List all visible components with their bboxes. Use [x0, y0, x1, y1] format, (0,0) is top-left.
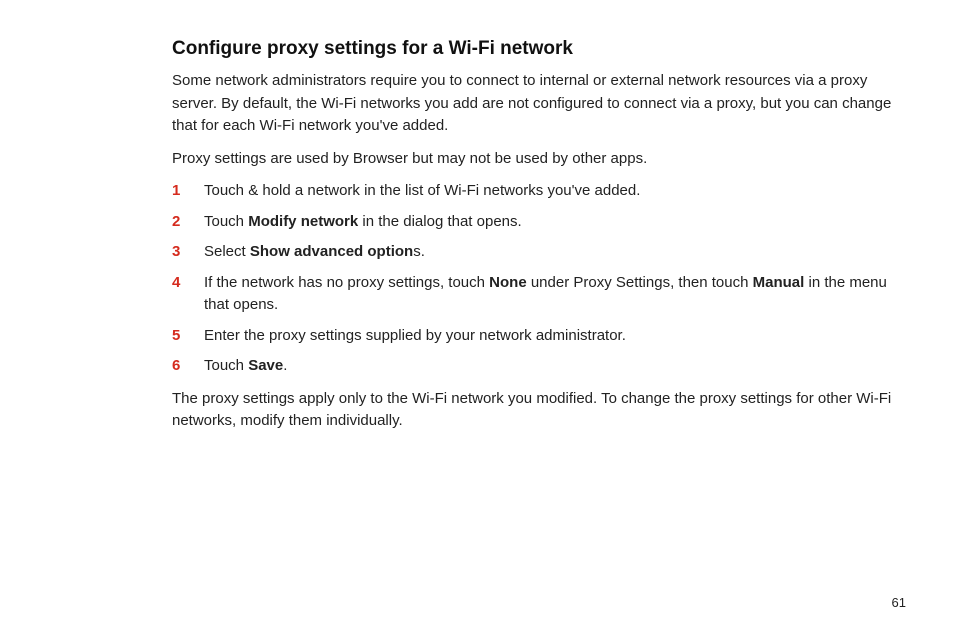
step-number: 2 — [172, 211, 204, 234]
step-item: 3 Select Show advanced options. — [172, 241, 894, 264]
step-text: Touch & hold a network in the list of Wi… — [204, 180, 894, 203]
step-text: Select Show advanced options. — [204, 241, 894, 264]
step-item: 1 Touch & hold a network in the list of … — [172, 180, 894, 203]
section-heading: Configure proxy settings for a Wi-Fi net… — [172, 38, 894, 60]
step-text: Touch Save. — [204, 355, 894, 378]
step-item: 5 Enter the proxy settings supplied by y… — [172, 325, 894, 348]
step-number: 3 — [172, 241, 204, 264]
intro-paragraph-2: Proxy settings are used by Browser but m… — [172, 148, 894, 171]
step-number: 1 — [172, 180, 204, 203]
steps-list: 1 Touch & hold a network in the list of … — [172, 180, 894, 378]
step-text: Touch Modify network in the dialog that … — [204, 211, 894, 234]
step-text: Enter the proxy settings supplied by you… — [204, 325, 894, 348]
step-text: If the network has no proxy settings, to… — [204, 272, 894, 317]
step-item: 6 Touch Save. — [172, 355, 894, 378]
step-number: 4 — [172, 272, 204, 295]
step-number: 6 — [172, 355, 204, 378]
outro-paragraph: The proxy settings apply only to the Wi-… — [172, 388, 894, 433]
step-number: 5 — [172, 325, 204, 348]
step-item: 2 Touch Modify network in the dialog tha… — [172, 211, 894, 234]
page-number: 61 — [892, 595, 906, 610]
intro-paragraph-1: Some network administrators require you … — [172, 70, 894, 138]
step-item: 4 If the network has no proxy settings, … — [172, 272, 894, 317]
